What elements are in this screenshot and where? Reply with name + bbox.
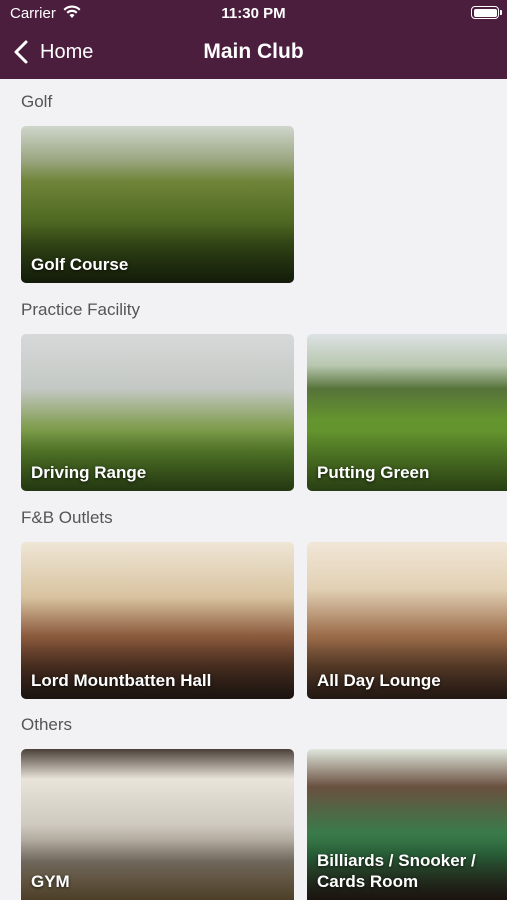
card-label: Billiards / Snooker / Cards Room bbox=[317, 851, 476, 891]
card-label: All Day Lounge bbox=[317, 671, 441, 690]
card-label: Driving Range bbox=[31, 463, 147, 482]
status-time: 11:30 PM bbox=[221, 5, 286, 22]
back-label: Home bbox=[40, 40, 94, 63]
card-billiards-snooker-cards-room[interactable]: Billiards / Snooker / Cards Room bbox=[307, 749, 507, 900]
section-title-others: Others bbox=[21, 715, 73, 734]
section-title-fb-outlets: F&B Outlets bbox=[21, 508, 113, 527]
card-label: Golf Course bbox=[31, 255, 129, 274]
nav-bar: Carrier 11:30 PM Home Main Club bbox=[0, 0, 507, 79]
card-label: Lord Mountbatten Hall bbox=[31, 671, 212, 690]
battery-icon bbox=[471, 6, 502, 19]
section-title-practice-facility: Practice Facility bbox=[21, 300, 141, 319]
status-bar: Carrier 11:30 PM bbox=[0, 0, 507, 28]
card-all-day-lounge[interactable]: All Day Lounge bbox=[307, 542, 507, 699]
card-lord-mountbatten-hall[interactable]: Lord Mountbatten Hall bbox=[21, 542, 294, 699]
back-button[interactable]: Home bbox=[14, 38, 93, 66]
card-label: GYM bbox=[31, 872, 70, 891]
card-gym[interactable]: GYM bbox=[21, 749, 294, 900]
card-putting-green[interactable]: Putting Green bbox=[307, 334, 507, 491]
chevron-left-icon bbox=[14, 40, 28, 64]
card-label: Putting Green bbox=[317, 463, 430, 482]
card-golf-course[interactable]: Golf Course bbox=[21, 126, 294, 283]
card-driving-range[interactable]: Driving Range bbox=[21, 334, 294, 491]
section-title-golf: Golf bbox=[21, 92, 53, 111]
